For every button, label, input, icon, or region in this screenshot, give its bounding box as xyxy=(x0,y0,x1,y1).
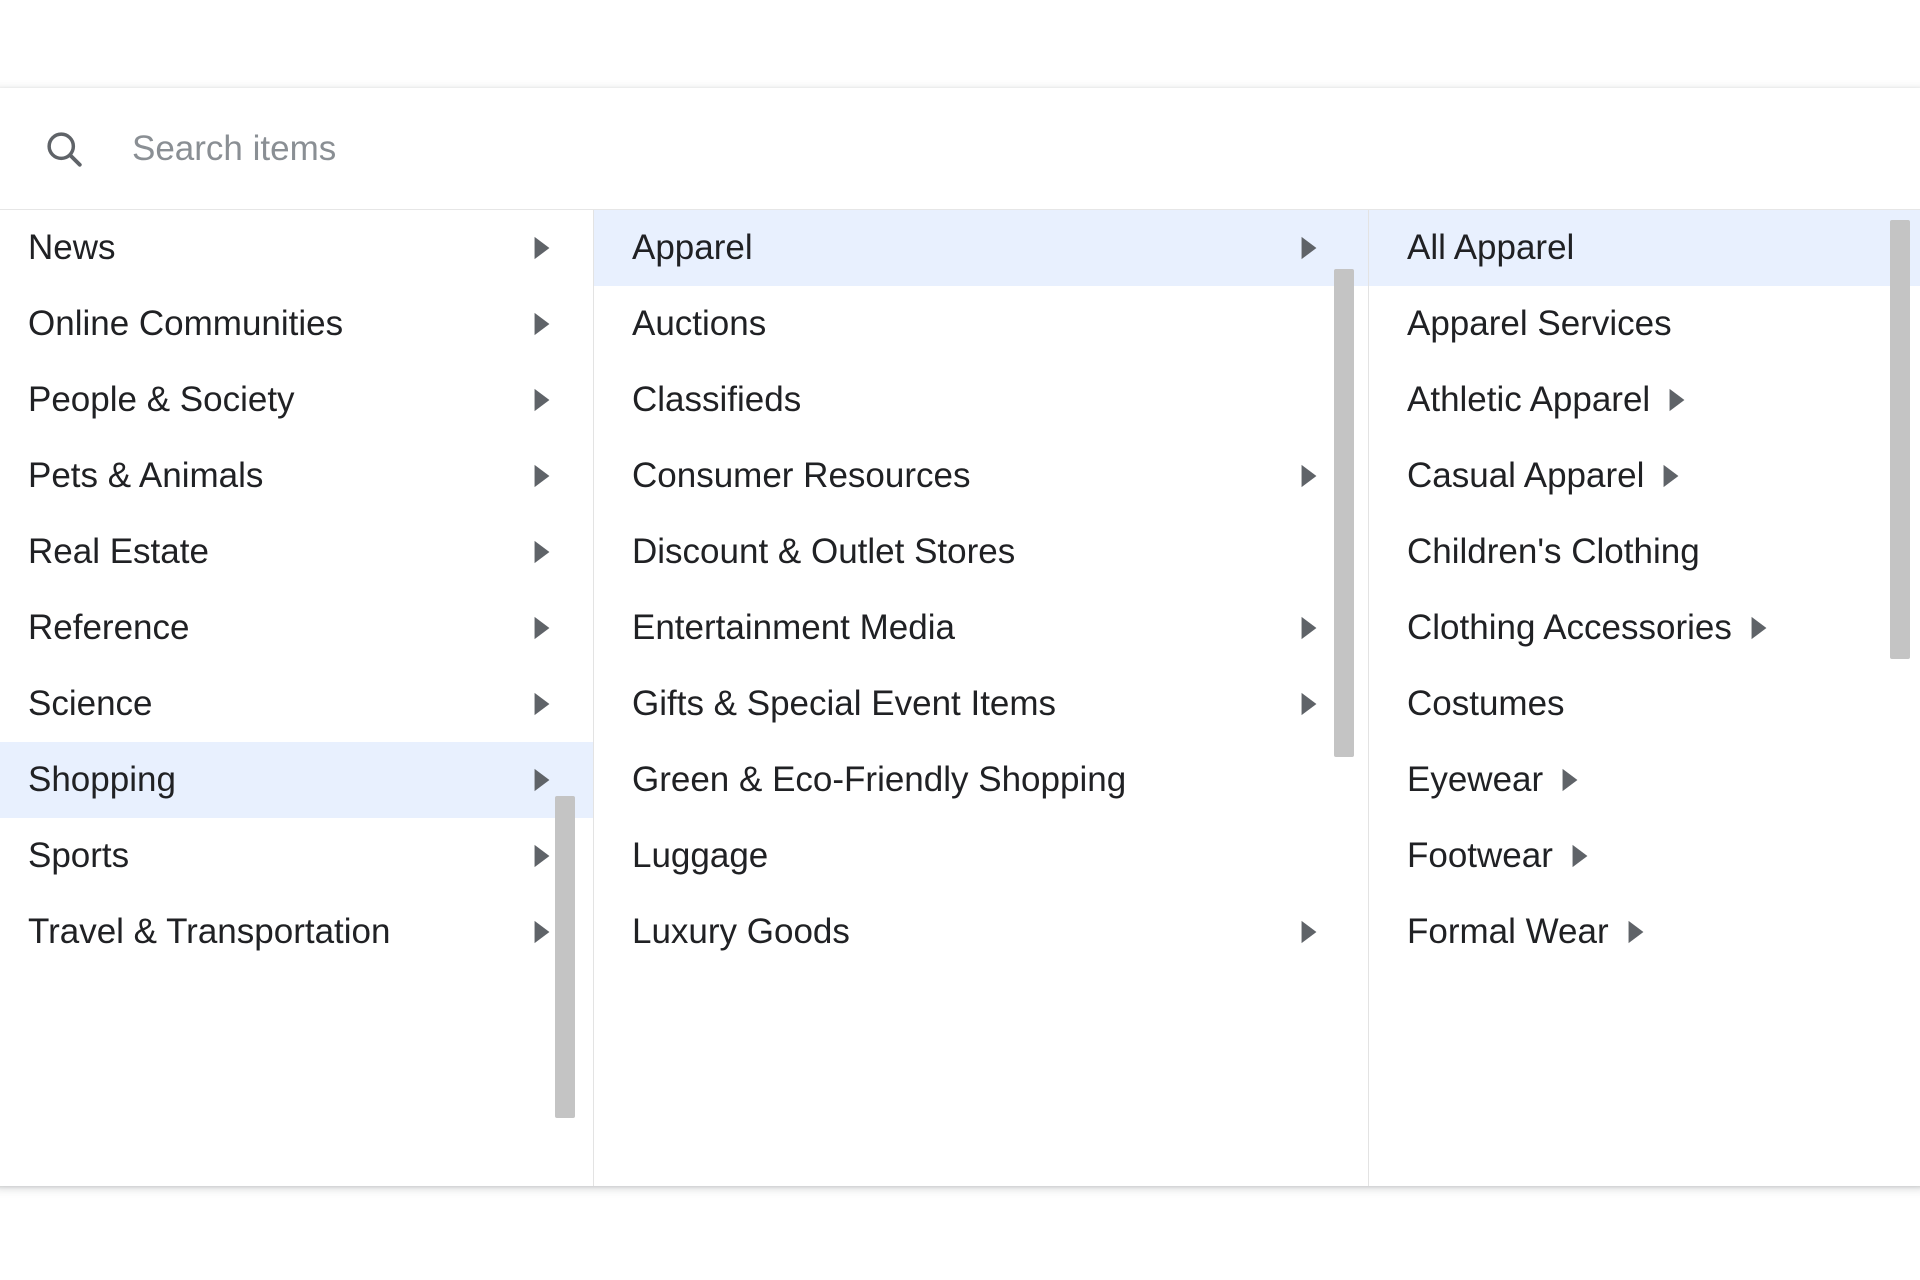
chevron-right-icon xyxy=(1569,843,1591,869)
menu-item[interactable]: Apparel xyxy=(594,210,1368,286)
menu-item-label: Luggage xyxy=(632,836,768,876)
search-bar[interactable] xyxy=(0,88,1920,210)
menu-item-label: Green & Eco-Friendly Shopping xyxy=(632,760,1126,800)
chevron-right-icon xyxy=(531,615,553,641)
chevron-right-icon xyxy=(531,463,553,489)
column-categories-list[interactable]: News Online Communities People & Society Pe… xyxy=(0,210,593,1186)
menu-item[interactable]: Children's Clothing xyxy=(1369,514,1920,590)
menu-item[interactable]: Discount & Outlet Stores xyxy=(594,514,1368,590)
column-apparel-list[interactable]: All Apparel Apparel Services Athletic Appa… xyxy=(1369,210,1920,1186)
column-categories: News Online Communities People & Society Pe… xyxy=(0,210,593,1186)
chevron-right-icon xyxy=(1298,235,1320,261)
menu-item[interactable]: Sports xyxy=(0,818,593,894)
menu-columns: News Online Communities People & Society Pe… xyxy=(0,210,1920,1186)
menu-item-label: Luxury Goods xyxy=(632,912,850,952)
menu-item-label: News xyxy=(28,228,116,268)
menu-item[interactable]: Luxury Goods xyxy=(594,894,1368,970)
screen: News Online Communities People & Society Pe… xyxy=(0,0,1920,1280)
menu-item[interactable]: Auctions xyxy=(594,286,1368,362)
menu-item-label: Eyewear xyxy=(1407,760,1543,800)
chevron-right-icon xyxy=(1559,767,1581,793)
menu-item-label: Travel & Transportation xyxy=(28,912,390,952)
menu-item-label: Sports xyxy=(28,836,129,876)
chevron-right-icon xyxy=(1660,463,1682,489)
chevron-right-icon xyxy=(531,539,553,565)
column-shopping-subcategories: Apparel Auctions Classifieds Consumer Resou… xyxy=(593,210,1368,1186)
chevron-right-icon xyxy=(1298,919,1320,945)
menu-item[interactable]: Real Estate xyxy=(0,514,593,590)
menu-item[interactable]: Athletic Apparel xyxy=(1369,362,1920,438)
menu-item-label: Reference xyxy=(28,608,189,648)
menu-item[interactable]: Casual Apparel xyxy=(1369,438,1920,514)
menu-item[interactable]: Footwear xyxy=(1369,818,1920,894)
menu-item-label: All Apparel xyxy=(1407,228,1574,268)
menu-item-label: Casual Apparel xyxy=(1407,456,1644,496)
scrollbar-thumb[interactable] xyxy=(1890,220,1910,659)
chevron-right-icon xyxy=(531,691,553,717)
menu-item-label: People & Society xyxy=(28,380,295,420)
menu-item[interactable]: Green & Eco-Friendly Shopping xyxy=(594,742,1368,818)
column-apparel-scrollbar[interactable] xyxy=(1890,210,1910,1186)
chevron-right-icon xyxy=(1666,387,1688,413)
menu-item[interactable]: Online Communities xyxy=(0,286,593,362)
scrollbar-thumb[interactable] xyxy=(1334,269,1354,757)
chevron-right-icon xyxy=(1298,691,1320,717)
menu-item-label: Clothing Accessories xyxy=(1407,608,1732,648)
column-apparel-subcategories: All Apparel Apparel Services Athletic Appa… xyxy=(1368,210,1920,1186)
column-shopping-scrollbar[interactable] xyxy=(1334,210,1354,1186)
menu-item[interactable]: Classifieds xyxy=(594,362,1368,438)
menu-item[interactable]: People & Society xyxy=(0,362,593,438)
chevron-right-icon xyxy=(1748,615,1770,641)
menu-item-label: Shopping xyxy=(28,760,176,800)
menu-item-label: Classifieds xyxy=(632,380,801,420)
menu-item-label: Online Communities xyxy=(28,304,343,344)
menu-item-label: Pets & Animals xyxy=(28,456,263,496)
menu-item[interactable]: Entertainment Media xyxy=(594,590,1368,666)
chevron-right-icon xyxy=(531,311,553,337)
menu-item-label: Real Estate xyxy=(28,532,209,572)
chevron-right-icon xyxy=(1298,615,1320,641)
category-picker-panel: News Online Communities People & Society Pe… xyxy=(0,88,1920,1186)
menu-item-label: Apparel Services xyxy=(1407,304,1672,344)
menu-item-label: Consumer Resources xyxy=(632,456,970,496)
menu-item-label: Costumes xyxy=(1407,684,1565,724)
menu-item[interactable]: Consumer Resources xyxy=(594,438,1368,514)
chevron-right-icon xyxy=(1298,463,1320,489)
menu-item[interactable]: Science xyxy=(0,666,593,742)
menu-item-label: Formal Wear xyxy=(1407,912,1609,952)
menu-item-label: Apparel xyxy=(632,228,753,268)
chevron-right-icon xyxy=(531,387,553,413)
menu-item[interactable]: All Apparel xyxy=(1369,210,1920,286)
column-shopping-list[interactable]: Apparel Auctions Classifieds Consumer Resou… xyxy=(594,210,1368,1186)
menu-item[interactable]: Shopping xyxy=(0,742,593,818)
menu-item[interactable]: News xyxy=(0,210,593,286)
search-icon xyxy=(42,127,86,171)
menu-item-label: Gifts & Special Event Items xyxy=(632,684,1056,724)
menu-item-label: Science xyxy=(28,684,153,724)
menu-item-label: Entertainment Media xyxy=(632,608,955,648)
chevron-right-icon xyxy=(531,843,553,869)
chevron-right-icon xyxy=(531,919,553,945)
menu-item-label: Auctions xyxy=(632,304,766,344)
menu-item[interactable]: Apparel Services xyxy=(1369,286,1920,362)
column-categories-scrollbar[interactable] xyxy=(555,210,575,1186)
menu-item-label: Footwear xyxy=(1407,836,1553,876)
menu-item[interactable]: Luggage xyxy=(594,818,1368,894)
chevron-right-icon xyxy=(531,767,553,793)
menu-item[interactable]: Pets & Animals xyxy=(0,438,593,514)
menu-item[interactable]: Costumes xyxy=(1369,666,1920,742)
search-input[interactable] xyxy=(132,129,1890,169)
menu-item[interactable]: Travel & Transportation xyxy=(0,894,593,970)
chevron-right-icon xyxy=(531,235,553,261)
menu-item-label: Discount & Outlet Stores xyxy=(632,532,1015,572)
menu-item[interactable]: Eyewear xyxy=(1369,742,1920,818)
menu-item[interactable]: Reference xyxy=(0,590,593,666)
menu-item[interactable]: Formal Wear xyxy=(1369,894,1920,970)
menu-item-label: Athletic Apparel xyxy=(1407,380,1650,420)
scrollbar-thumb[interactable] xyxy=(555,796,575,1118)
menu-item-label: Children's Clothing xyxy=(1407,532,1700,572)
chevron-right-icon xyxy=(1625,919,1647,945)
menu-item[interactable]: Gifts & Special Event Items xyxy=(594,666,1368,742)
menu-item[interactable]: Clothing Accessories xyxy=(1369,590,1920,666)
